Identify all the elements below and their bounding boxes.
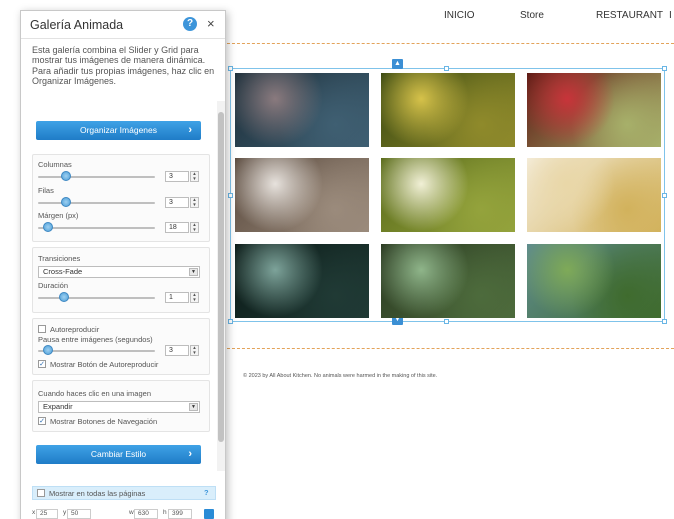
- show-autoplay-label: Mostrar Botón de Autoreproducir: [50, 360, 159, 369]
- organize-images-button[interactable]: Organizar Imágenes ›: [36, 121, 201, 140]
- click-settings-section: Cuando haces clic en una imagen Expandir…: [32, 380, 210, 432]
- transitions-label: Transiciones: [38, 254, 81, 263]
- duration-stepper[interactable]: ▲ ▼: [190, 292, 199, 303]
- pause-slider[interactable]: [38, 350, 155, 352]
- resize-handle-top[interactable]: [444, 66, 449, 71]
- pause-stepper[interactable]: ▲ ▼: [190, 345, 199, 356]
- rows-slider-knob[interactable]: [61, 197, 71, 207]
- columns-label: Columnas: [38, 160, 72, 169]
- margin-stepper[interactable]: ▲ ▼: [190, 222, 199, 233]
- margin-slider[interactable]: [38, 227, 155, 229]
- transition-select[interactable]: Cross-Fade ▼: [38, 266, 200, 278]
- margin-input[interactable]: 18: [165, 222, 189, 233]
- columns-slider-knob[interactable]: [61, 171, 71, 181]
- margin-label: Márgen (px): [38, 211, 79, 220]
- rows-slider[interactable]: [38, 202, 155, 204]
- editor-canvas: INICIO Store RESTAURANT I ▲ ▼ © 2023 by …: [0, 0, 674, 519]
- gallery-tile-6[interactable]: [527, 158, 661, 232]
- gallery-tile-8[interactable]: [381, 244, 515, 318]
- anchor-top-icon[interactable]: ▲: [392, 59, 403, 69]
- dropdown-arrow-icon: ▼: [189, 403, 198, 411]
- gallery-tile-7[interactable]: [235, 244, 369, 318]
- lock-ratio-icon[interactable]: [204, 509, 214, 519]
- pause-input[interactable]: 3: [165, 345, 189, 356]
- autoplay-label: Autoreproducir: [50, 325, 100, 334]
- gallery-tile-1[interactable]: [235, 73, 369, 147]
- nav-more[interactable]: I: [669, 10, 672, 21]
- pause-label: Pausa entre imágenes (segundos): [38, 335, 153, 344]
- resize-handle-bottom-left[interactable]: [228, 319, 233, 324]
- rows-input[interactable]: 3: [165, 197, 189, 208]
- gallery-tile-9[interactable]: [527, 244, 661, 318]
- show-all-pages-bar: Mostrar en todas las páginas ?: [32, 486, 216, 500]
- duration-slider-knob[interactable]: [59, 292, 69, 302]
- close-icon[interactable]: ×: [207, 16, 215, 31]
- y-label: y: [63, 509, 67, 516]
- all-pages-help-icon[interactable]: ?: [204, 488, 209, 497]
- rows-stepper[interactable]: ▲ ▼: [190, 197, 199, 208]
- click-action-value: Expandir: [43, 402, 73, 411]
- gallery-tile-2[interactable]: [381, 73, 515, 147]
- h-input[interactable]: 399: [168, 509, 192, 519]
- change-style-label: Cambiar Estilo: [90, 449, 147, 459]
- gallery-tile-5[interactable]: [381, 158, 515, 232]
- help-icon[interactable]: ?: [183, 17, 197, 31]
- resize-handle-bottom-right[interactable]: [662, 319, 667, 324]
- y-input[interactable]: 50: [67, 509, 91, 519]
- resize-handle-right[interactable]: [662, 193, 667, 198]
- rows-label: Filas: [38, 186, 54, 195]
- nav-inicio[interactable]: INICIO: [444, 10, 475, 21]
- chevron-right-icon: ›: [188, 448, 192, 460]
- w-input[interactable]: 630: [134, 509, 158, 519]
- columns-stepper[interactable]: ▲ ▼: [190, 171, 199, 182]
- show-nav-label: Mostrar Botones de Navegación: [50, 417, 158, 426]
- gallery-settings-panel: Galería Animada ? × Esta galería combina…: [20, 10, 226, 519]
- site-footer-text: © 2023 by All About Kitchen. No animals …: [243, 373, 438, 379]
- margin-slider-knob[interactable]: [43, 222, 53, 232]
- panel-scroll-thumb[interactable]: [218, 112, 224, 442]
- footer-divider: [222, 348, 674, 349]
- grid-settings-section: Columnas 3 ▲ ▼ Filas 3 ▲ ▼ Márgen (px) 18 …: [32, 154, 210, 242]
- gallery-tile-4[interactable]: [235, 158, 369, 232]
- show-nav-checkbox[interactable]: ✓: [38, 417, 46, 425]
- pause-slider-knob[interactable]: [43, 345, 53, 355]
- w-label: w: [129, 509, 134, 516]
- organize-images-label: Organizar Imágenes: [79, 125, 157, 135]
- click-label: Cuando haces clic en una imagen: [38, 389, 151, 398]
- x-input[interactable]: 25: [36, 509, 58, 519]
- transition-settings-section: Transiciones Cross-Fade ▼ Duración 1 ▲ ▼: [32, 247, 210, 313]
- change-style-button[interactable]: Cambiar Estilo ›: [36, 445, 201, 464]
- resize-handle-bottom[interactable]: [444, 319, 449, 324]
- panel-title: Galería Animada: [30, 18, 124, 32]
- columns-input[interactable]: 3: [165, 171, 189, 182]
- header-divider: [222, 43, 674, 44]
- panel-header[interactable]: Galería Animada ? ×: [21, 11, 225, 39]
- all-pages-label: Mostrar en todas las páginas: [49, 489, 146, 498]
- chevron-right-icon: ›: [188, 124, 192, 136]
- autoplay-checkbox[interactable]: [38, 325, 46, 333]
- nav-restaurant[interactable]: RESTAURANT: [596, 10, 663, 21]
- columns-slider[interactable]: [38, 176, 155, 178]
- duration-label: Duración: [38, 281, 69, 290]
- nav-store[interactable]: Store: [520, 10, 544, 21]
- transition-select-value: Cross-Fade: [43, 267, 83, 276]
- duration-input[interactable]: 1: [165, 292, 189, 303]
- all-pages-checkbox[interactable]: [37, 489, 45, 497]
- gallery-tile-3[interactable]: [527, 73, 661, 147]
- resize-handle-left[interactable]: [228, 193, 233, 198]
- duration-slider[interactable]: [38, 297, 155, 299]
- autoplay-settings-section: Autoreproducir Pausa entre imágenes (seg…: [32, 318, 210, 375]
- click-action-select[interactable]: Expandir ▼: [38, 401, 200, 413]
- panel-description: Esta galería combina el Slider y Grid pa…: [32, 45, 215, 86]
- show-autoplay-checkbox[interactable]: ✓: [38, 360, 46, 368]
- x-label: x: [32, 509, 36, 516]
- resize-handle-top-right[interactable]: [662, 66, 667, 71]
- h-label: h: [163, 509, 167, 516]
- resize-handle-top-left[interactable]: [228, 66, 233, 71]
- dropdown-arrow-icon: ▼: [189, 268, 198, 276]
